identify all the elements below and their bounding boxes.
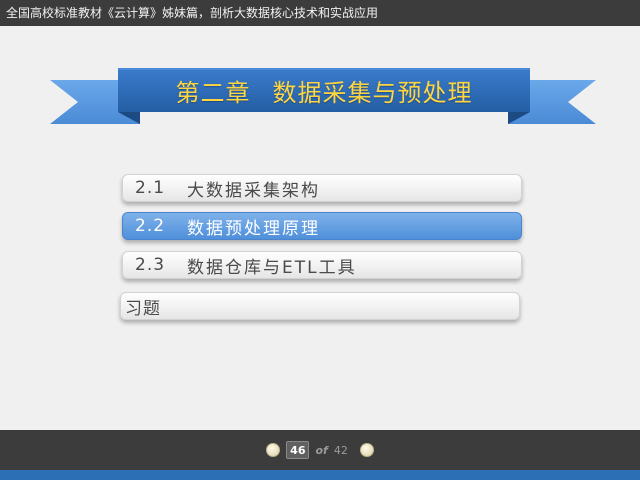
title-ribbon: 第二章 数据采集与预处理 [0, 26, 640, 166]
slide-canvas: 第二章 数据采集与预处理 2.1 大数据采集架构 2.2 数据预处理原理 2.3… [0, 26, 640, 430]
footer-accent-strip [0, 470, 640, 480]
menu-item-number: 2.2 [135, 216, 166, 236]
menu-item-label: 习题 [125, 298, 161, 319]
menu-item-2-1[interactable]: 2.1 大数据采集架构 [122, 174, 522, 202]
menu-item-number: 2.3 [135, 255, 166, 275]
menu-item-exercises[interactable]: 习题 [120, 292, 520, 320]
menu-item-label: 大数据采集架构 [187, 180, 320, 201]
menu-item-label: 数据仓库与ETL工具 [187, 257, 357, 278]
prev-page-icon[interactable] [266, 443, 281, 457]
menu-item-label: 数据预处理原理 [187, 218, 320, 239]
page-navigator: 46 of 42 [0, 430, 640, 470]
menu-item-2-3[interactable]: 2.3 数据仓库与ETL工具 [122, 251, 522, 279]
chapter-number: 第二章 [175, 78, 251, 107]
chapter-heading: 第二章 数据采集与预处理 [118, 68, 530, 112]
chapter-title: 数据采集与预处理 [272, 78, 473, 107]
current-page-number: 46 [286, 441, 310, 459]
menu-item-number: 2.1 [135, 178, 166, 198]
header-title: 全国高校标准教材《云计算》姊妹篇，剖析大数据核心技术和实战应用 [0, 0, 640, 26]
next-page-icon[interactable] [359, 443, 374, 457]
footer-bar: 46 of 42 [0, 430, 640, 470]
total-pages: 42 [333, 443, 348, 457]
menu-item-2-2[interactable]: 2.2 数据预处理原理 [122, 212, 522, 240]
page-of-label: of [315, 443, 328, 457]
